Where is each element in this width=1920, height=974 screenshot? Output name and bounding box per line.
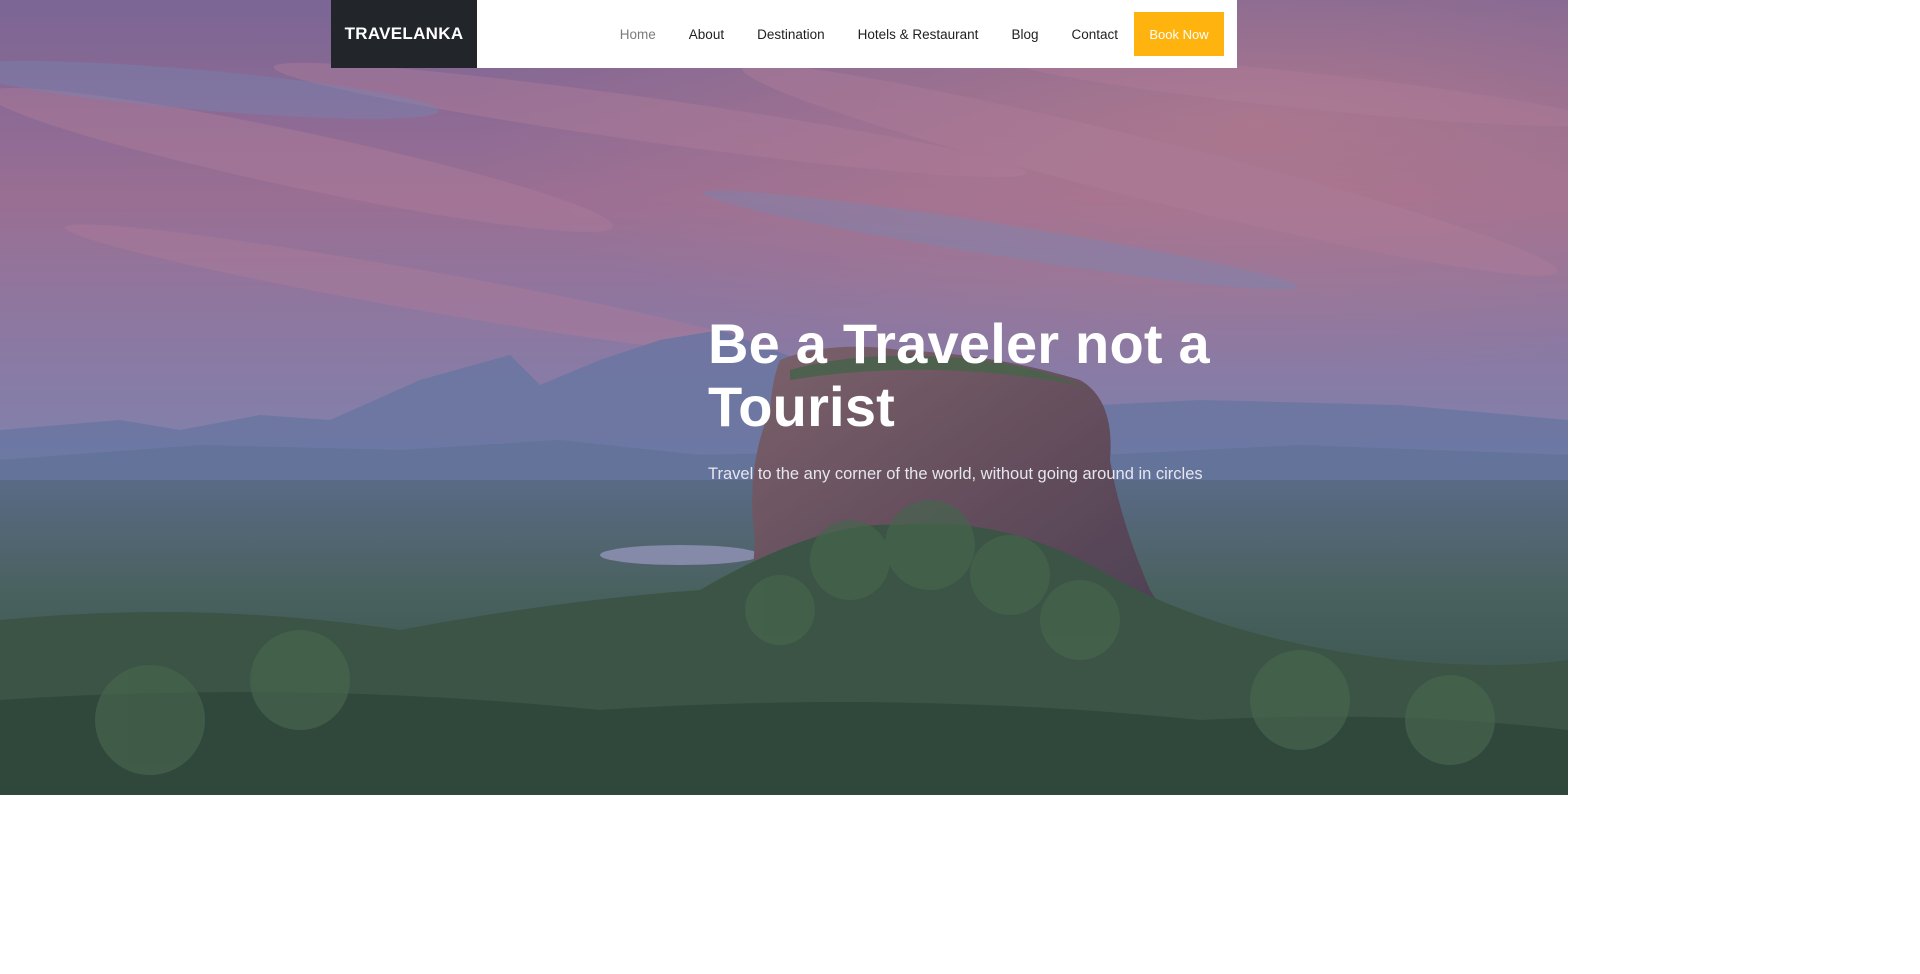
nav-item-destination[interactable]: Destination: [757, 27, 825, 42]
nav-item-home[interactable]: Home: [620, 27, 656, 42]
nav-item-contact[interactable]: Contact: [1071, 27, 1118, 42]
nav-item-blog[interactable]: Blog: [1011, 27, 1038, 42]
nav-item-hotels-restaurant[interactable]: Hotels & Restaurant: [858, 27, 979, 42]
brand-logo[interactable]: TRAVELANKA: [331, 0, 477, 68]
hero-subtitle: Travel to the any corner of the world, w…: [708, 465, 1203, 483]
hero-title: Be a Traveler not a Tourist: [708, 312, 1210, 438]
landing-page: TRAVELANKA Home About Destination Hotels…: [0, 0, 1568, 795]
hero-content: Be a Traveler not a Tourist Travel to th…: [708, 312, 1228, 486]
top-navbar: TRAVELANKA Home About Destination Hotels…: [331, 0, 1237, 68]
nav-item-about[interactable]: About: [689, 27, 724, 42]
book-now-button[interactable]: Book Now: [1134, 12, 1224, 56]
nav-links: Home About Destination Hotels & Restaura…: [620, 0, 1237, 68]
